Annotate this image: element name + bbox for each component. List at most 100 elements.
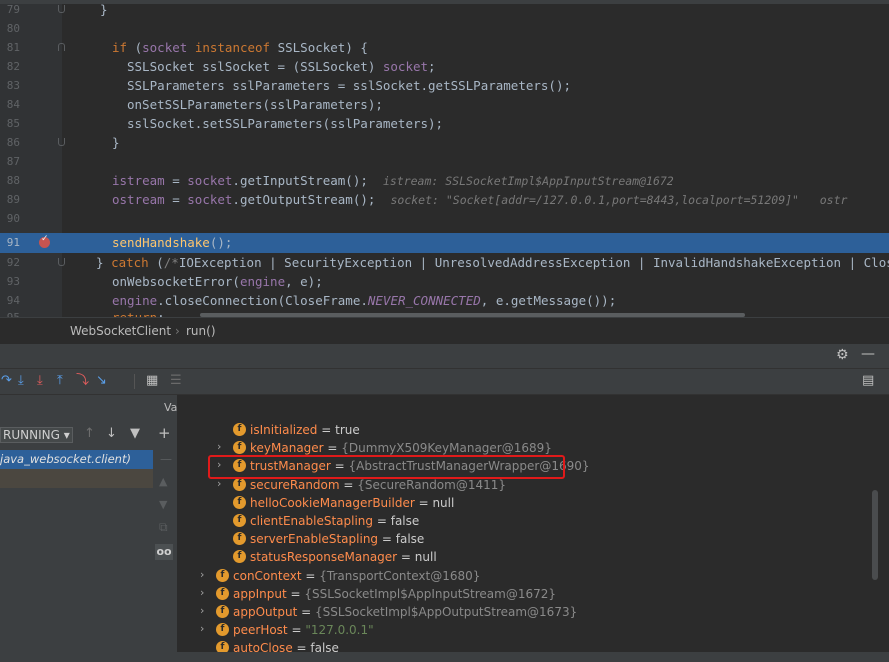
equals-sign: = bbox=[287, 623, 306, 638]
arrow-down-icon[interactable]: ↓ bbox=[106, 426, 117, 441]
variable-value: {DummyX509KeyManager@1689} bbox=[341, 441, 552, 456]
debug-toolbar: ↷ ⤓ ⤓ ⤒ ⤵ ↘ ▦ ☰ ▤ bbox=[0, 369, 889, 395]
code-line[interactable]: 93 onWebsocketError(engine, e); bbox=[0, 272, 889, 291]
variable-name: conContext bbox=[233, 568, 302, 583]
watches-glasses-icon[interactable]: oo bbox=[155, 544, 173, 560]
line-number: 85 bbox=[6, 117, 20, 130]
variable-value: {TransportContext@1680} bbox=[319, 568, 481, 583]
line-number: 84 bbox=[6, 98, 20, 111]
line-number: 87 bbox=[6, 155, 20, 168]
line-number: 95 bbox=[0, 308, 20, 317]
variable-text: isInitialized = true bbox=[250, 422, 360, 438]
breadcrumb: WebSocketClient › run() bbox=[0, 317, 889, 345]
code-line[interactable]: 90 bbox=[0, 209, 889, 228]
frame-label: java_websocket.client) bbox=[0, 452, 131, 466]
field-icon: f bbox=[216, 568, 229, 582]
code-line[interactable]: 80 bbox=[0, 19, 889, 38]
minimize-icon[interactable]: — bbox=[861, 346, 875, 362]
expand-arrow-icon[interactable]: › bbox=[200, 604, 204, 617]
step-into-icon[interactable]: ⤓ bbox=[18, 373, 24, 389]
code-line[interactable]: 86 } bbox=[0, 133, 889, 152]
frame-item-selected[interactable]: java_websocket.client) bbox=[0, 450, 153, 469]
variable-value: false bbox=[395, 532, 425, 547]
code-text: } catch (/*IOException | SecurityExcepti… bbox=[96, 255, 889, 270]
field-icon: f bbox=[233, 514, 246, 527]
code-text: onWebsocketError(engine, e); bbox=[112, 274, 323, 289]
field-icon: f bbox=[233, 423, 246, 436]
layout-icon[interactable]: ☰ bbox=[170, 373, 182, 389]
line-number: 89 bbox=[6, 193, 20, 206]
force-step-into-icon[interactable]: ⤓ bbox=[37, 373, 43, 389]
field-icon: f bbox=[216, 605, 229, 618]
step-over-icon[interactable]: ↷ bbox=[1, 373, 12, 389]
line-number: 82 bbox=[6, 60, 20, 73]
code-line[interactable]: 83 SSLParameters sslParameters = sslSock… bbox=[0, 76, 889, 95]
field-icon: f bbox=[216, 623, 229, 637]
frame-item[interactable] bbox=[0, 469, 153, 488]
line-number: 88 bbox=[6, 174, 20, 187]
code-line[interactable]: 88 istream = socket.getInputStream(); is… bbox=[0, 171, 889, 190]
code-text: SSLSocket sslSocket = (SSLSocket) socket… bbox=[127, 59, 436, 74]
toolbar-divider bbox=[134, 374, 135, 389]
code-line[interactable]: 85 sslSocket.setSSLParameters(sslParamet… bbox=[0, 114, 889, 133]
status-strip bbox=[177, 652, 889, 662]
thread-selector[interactable]: RUNNING ▾ ↑ ↓ ▼ bbox=[0, 423, 153, 445]
add-watch-icon[interactable]: + bbox=[158, 424, 171, 442]
code-line[interactable]: 82 SSLSocket sslSocket = (SSLSocket) soc… bbox=[0, 57, 889, 76]
variable-name: secureRandom bbox=[250, 477, 340, 492]
code-text: } bbox=[112, 135, 120, 150]
layout-settings-icon[interactable]: ▤ bbox=[862, 373, 874, 389]
code-text: ostream = socket.getOutputStream(); sock… bbox=[112, 192, 848, 207]
thread-state-dropdown[interactable]: RUNNING ▾ bbox=[0, 427, 73, 443]
field-icon: f bbox=[216, 586, 229, 600]
arrow-up-icon[interactable]: ↑ bbox=[84, 426, 95, 441]
move-down-icon[interactable]: ▼ bbox=[159, 498, 167, 511]
fold-icon[interactable] bbox=[58, 5, 65, 13]
fold-icon[interactable] bbox=[58, 43, 65, 51]
field-icon: f bbox=[233, 532, 246, 546]
expand-arrow-icon[interactable]: › bbox=[217, 440, 221, 453]
equals-sign: = bbox=[373, 514, 391, 528]
inline-debug-value: socket: "Socket[addr=/127.0.0.1,port=844… bbox=[390, 193, 848, 207]
vertical-scrollbar[interactable] bbox=[872, 490, 878, 580]
run-to-cursor-icon[interactable]: ↘ bbox=[96, 373, 107, 389]
move-up-icon[interactable]: ▲ bbox=[159, 475, 167, 488]
expand-arrow-icon[interactable]: › bbox=[200, 586, 204, 599]
code-line-current[interactable]: 91 sendHandshake(); bbox=[0, 233, 889, 253]
evaluate-icon[interactable]: ▦ bbox=[146, 373, 158, 389]
code-editor[interactable]: 79 } 80 81 if (socket instanceof SSLSock… bbox=[0, 4, 889, 317]
gear-icon[interactable]: ⚙ bbox=[836, 347, 849, 363]
line-number: 86 bbox=[6, 136, 20, 149]
line-number: 81 bbox=[6, 41, 20, 54]
breakpoint-icon[interactable] bbox=[39, 234, 50, 248]
breadcrumb-class[interactable]: WebSocketClient bbox=[70, 324, 171, 338]
code-line[interactable]: 92 } catch (/*IOException | SecurityExce… bbox=[0, 253, 889, 272]
duplicate-icon[interactable]: ⧉ bbox=[159, 520, 168, 535]
variable-text: conContext = {TransportContext@1680} bbox=[233, 568, 480, 584]
code-line[interactable]: 87 bbox=[0, 152, 889, 171]
fold-icon[interactable] bbox=[58, 138, 65, 146]
variable-text: helloCookieManagerBuilder = null bbox=[250, 495, 454, 511]
code-line[interactable]: 84 onSetSSLParameters(sslParameters); bbox=[0, 95, 889, 114]
annotation-highlight-box bbox=[208, 455, 565, 479]
expand-arrow-icon[interactable]: › bbox=[200, 568, 204, 581]
variable-name: appInput bbox=[233, 586, 287, 601]
code-line[interactable]: 79 } bbox=[0, 4, 889, 19]
equals-sign: = bbox=[301, 568, 320, 583]
variables-side-toolbar: + — ▲ ▼ ⧉ oo bbox=[153, 420, 177, 662]
variables-tree[interactable]: f isInitialized = true › f keyManager = {Dum… bbox=[177, 395, 889, 662]
line-number: 79 bbox=[6, 4, 20, 16]
remove-watch-icon[interactable]: — bbox=[160, 452, 172, 466]
drop-frame-icon[interactable]: ⤵ bbox=[76, 373, 89, 389]
step-out-icon[interactable]: ⤒ bbox=[57, 373, 63, 389]
fold-icon[interactable] bbox=[58, 258, 65, 266]
filter-icon[interactable]: ▼ bbox=[130, 426, 140, 441]
variable-value: {SSLSocketImpl$AppOutputStream@1673} bbox=[314, 605, 578, 619]
expand-arrow-icon[interactable]: › bbox=[200, 622, 204, 635]
frames-pane: RUNNING ▾ ↑ ↓ ▼ java_websocket.client) bbox=[0, 395, 154, 662]
code-line[interactable]: 89 ostream = socket.getOutputStream(); s… bbox=[0, 190, 889, 209]
line-number: 83 bbox=[6, 79, 20, 92]
code-line[interactable]: 81 if (socket instanceof SSLSocket) { bbox=[0, 38, 889, 57]
code-text: return; bbox=[112, 308, 165, 317]
breadcrumb-method[interactable]: run() bbox=[186, 324, 216, 338]
